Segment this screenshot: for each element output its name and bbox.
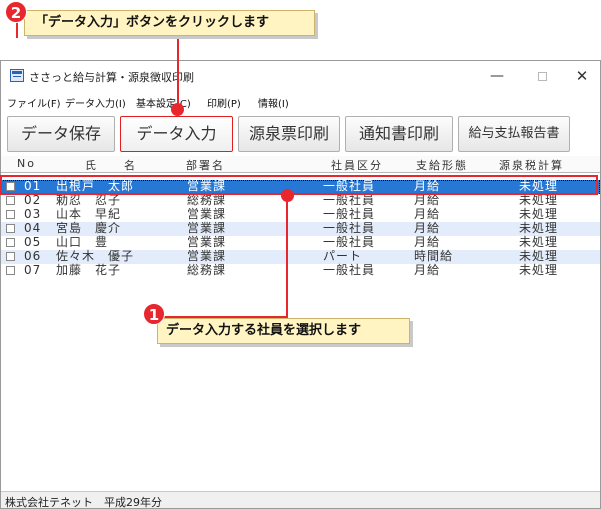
row-checkbox[interactable] bbox=[6, 224, 15, 233]
menu-data-input[interactable]: データ入力(I) bbox=[65, 95, 126, 110]
table-row[interactable]: 04 宮島 慶介 営業課 一般社員 月給 未処理 bbox=[1, 222, 600, 236]
employee-grid: No 氏 名 部署名 社員区分 支給形態 源泉税計算 01 出根戸 太郎 営業課… bbox=[1, 156, 600, 456]
header-type[interactable]: 社員区分 bbox=[331, 157, 383, 173]
callout-step1-text: データ入力する社員を選択します bbox=[166, 323, 362, 338]
callout-step1: データ入力する社員を選択します bbox=[157, 318, 410, 344]
menu-file[interactable]: ファイル(F) bbox=[7, 95, 61, 110]
cell-no: 06 bbox=[24, 249, 42, 263]
cell-dept: 総務課 bbox=[187, 193, 227, 207]
table-row[interactable]: 05 山口 豊 営業課 一般社員 月給 未処理 bbox=[1, 236, 600, 250]
row-checkbox[interactable] bbox=[6, 210, 15, 219]
app-icon bbox=[10, 69, 24, 82]
table-row[interactable]: 02 勅忍 忍子 総務課 一般社員 月給 未処理 bbox=[1, 194, 600, 208]
step1-badge: 1 bbox=[143, 303, 165, 325]
cell-no: 07 bbox=[24, 263, 42, 277]
cell-dept: 営業課 bbox=[187, 207, 227, 221]
header-dept[interactable]: 部署名 bbox=[186, 157, 225, 173]
cell-tax: 未処理 bbox=[519, 207, 559, 221]
row-checkbox[interactable] bbox=[6, 196, 15, 205]
cell-tax: 未処理 bbox=[519, 193, 559, 207]
title-bar: ささっと給与計算・源泉徴収印刷 — ✕ bbox=[1, 61, 600, 91]
table-row[interactable]: 07 加藤 花子 総務課 一般社員 月給 未処理 bbox=[1, 264, 600, 278]
header-name[interactable]: 氏 名 bbox=[85, 157, 137, 173]
cell-name: 山本 早紀 bbox=[56, 207, 122, 221]
selected-row-highlight bbox=[0, 175, 598, 195]
row-checkbox[interactable] bbox=[6, 252, 15, 261]
cell-type: 一般社員 bbox=[323, 221, 376, 235]
data-input-button[interactable]: データ入力 bbox=[120, 116, 233, 152]
status-text: 株式会社テネット 平成29年分 bbox=[5, 496, 162, 509]
table-row[interactable]: 06 佐々木 優子 営業課 パート 時間給 未処理 bbox=[1, 250, 600, 264]
menu-bar: ファイル(F) データ入力(I) 基本設定(C) 印刷(P) 情報(I) bbox=[1, 92, 600, 112]
grid-header: No 氏 名 部署名 社員区分 支給形態 源泉税計算 bbox=[1, 156, 600, 173]
cell-type: パート bbox=[323, 249, 363, 263]
cell-pay: 月給 bbox=[414, 263, 441, 277]
cell-name: 佐々木 優子 bbox=[56, 249, 135, 263]
maximize-button[interactable] bbox=[531, 65, 553, 87]
cell-no: 05 bbox=[24, 235, 42, 249]
header-no[interactable]: No bbox=[17, 157, 36, 170]
menu-print[interactable]: 印刷(P) bbox=[207, 95, 241, 110]
cell-pay: 月給 bbox=[414, 193, 441, 207]
step2-badge: 2 bbox=[5, 1, 27, 23]
cell-name: 勅忍 忍子 bbox=[56, 193, 122, 207]
cell-type: 一般社員 bbox=[323, 207, 376, 221]
cell-no: 02 bbox=[24, 193, 42, 207]
cell-pay: 時間給 bbox=[414, 249, 454, 263]
status-bar: 株式会社テネット 平成29年分 bbox=[1, 491, 600, 509]
notice-print-button[interactable]: 通知書印刷 bbox=[345, 116, 453, 152]
close-button[interactable]: ✕ bbox=[571, 65, 593, 87]
cell-pay: 月給 bbox=[414, 235, 441, 249]
cell-pay: 月給 bbox=[414, 221, 441, 235]
payment-report-button[interactable]: 給与支払報告書 bbox=[458, 116, 570, 152]
cell-name: 加藤 花子 bbox=[56, 263, 122, 277]
minimize-button[interactable]: — bbox=[486, 65, 508, 87]
toolbar: データ保存 データ入力 源泉票印刷 通知書印刷 給与支払報告書 bbox=[1, 113, 600, 155]
cell-dept: 営業課 bbox=[187, 235, 227, 249]
maximize-icon bbox=[537, 71, 547, 81]
app-window: ささっと給与計算・源泉徴収印刷 — ✕ ファイル(F) データ入力(I) 基本設… bbox=[0, 60, 601, 509]
callout2-target-dot bbox=[171, 103, 184, 116]
cell-no: 03 bbox=[24, 207, 42, 221]
cell-type: 一般社員 bbox=[323, 263, 376, 277]
cell-tax: 未処理 bbox=[519, 263, 559, 277]
row-checkbox[interactable] bbox=[6, 238, 15, 247]
callout-step2: 「データ入力」ボタンをクリックします bbox=[24, 10, 315, 36]
row-checkbox[interactable] bbox=[6, 266, 15, 275]
callout1-connector bbox=[286, 195, 288, 317]
header-tax[interactable]: 源泉税計算 bbox=[499, 157, 564, 173]
cell-name: 宮島 慶介 bbox=[56, 221, 122, 235]
cell-name: 山口 豊 bbox=[56, 235, 109, 249]
cell-dept: 総務課 bbox=[187, 263, 227, 277]
window-title: ささっと給与計算・源泉徴収印刷 bbox=[29, 71, 194, 84]
callout-step2-text: 「データ入力」ボタンをクリックします bbox=[35, 15, 270, 30]
menu-info[interactable]: 情報(I) bbox=[258, 95, 289, 110]
cell-no: 04 bbox=[24, 221, 42, 235]
cell-dept: 営業課 bbox=[187, 221, 227, 235]
save-data-button[interactable]: データ保存 bbox=[7, 116, 115, 152]
header-pay[interactable]: 支給形態 bbox=[416, 157, 468, 173]
cell-type: 一般社員 bbox=[323, 193, 376, 207]
cell-tax: 未処理 bbox=[519, 221, 559, 235]
cell-type: 一般社員 bbox=[323, 235, 376, 249]
table-row[interactable]: 03 山本 早紀 営業課 一般社員 月給 未処理 bbox=[1, 208, 600, 222]
withholding-print-button[interactable]: 源泉票印刷 bbox=[238, 116, 340, 152]
cell-tax: 未処理 bbox=[519, 235, 559, 249]
cell-dept: 営業課 bbox=[187, 249, 227, 263]
cell-pay: 月給 bbox=[414, 207, 441, 221]
cell-tax: 未処理 bbox=[519, 249, 559, 263]
